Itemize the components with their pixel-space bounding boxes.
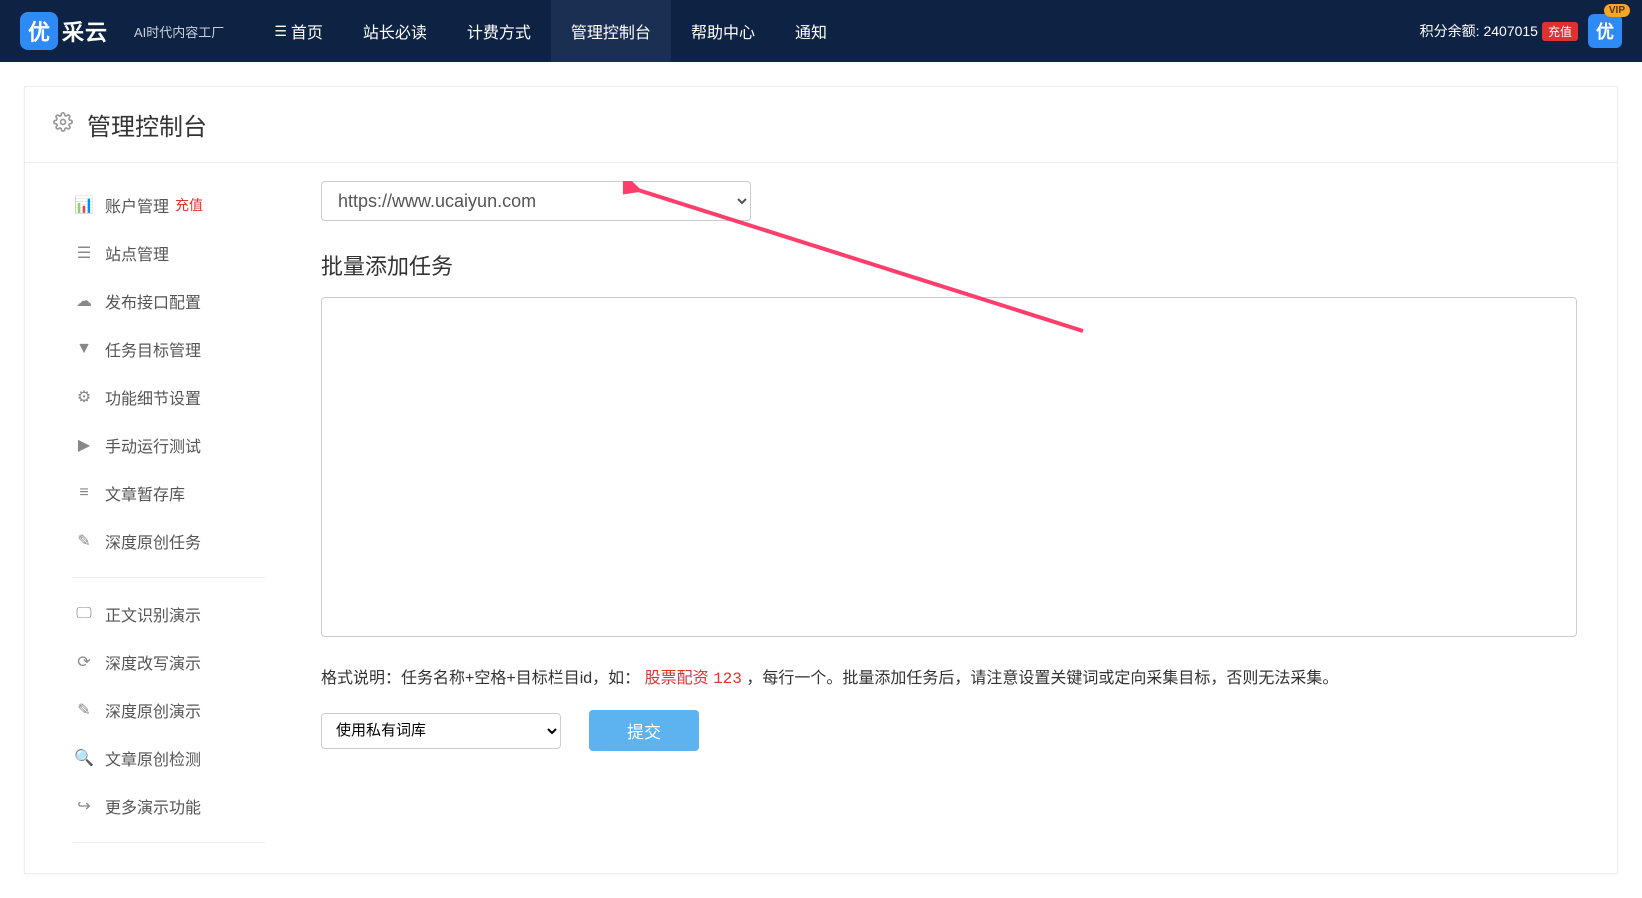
avatar: 优 (1588, 14, 1622, 48)
logo-text: 采云 (62, 15, 108, 47)
sidebar-item-label: 深度原创任务 (105, 529, 201, 553)
edit-icon: ✎ (73, 700, 95, 720)
topbar-right: 积分余额: 2407015 充值 优 VIP (1420, 14, 1622, 48)
edit-icon: ✎ (73, 531, 95, 551)
sidebar-item-label: 文章暂存库 (105, 481, 185, 505)
logo-badge: 优 (20, 12, 58, 50)
sidebar-item-detect[interactable]: 🔍 文章原创检测 (73, 734, 265, 782)
section-title: 批量添加任务 (321, 249, 1577, 281)
sidebar-item-label: 正文识别演示 (105, 602, 201, 626)
sidebar-item-targets[interactable]: ▼ 任务目标管理 (73, 325, 265, 373)
nav-label: 管理控制台 (571, 19, 651, 43)
wordlib-select[interactable]: 使用私有词库 (321, 713, 561, 749)
sidebar-item-sites[interactable]: ☰ 站点管理 (73, 229, 265, 277)
sidebar-item-label: 深度原创演示 (105, 698, 201, 722)
sidebar-item-label: 账户管理 (105, 193, 169, 217)
sidebar-item-label: 更多演示功能 (105, 794, 201, 818)
help-suffix: ，每行一个。批量添加任务后，请注意设置关键词或定向采集目标，否则无法采集。 (746, 670, 1338, 687)
format-help: 格式说明：任务名称+空格+目标栏目id，如： 股票配资 123 ，每行一个。批量… (321, 664, 1577, 688)
nav-label: 站长必读 (363, 19, 427, 43)
sidebar-item-label: 发布接口配置 (105, 289, 201, 313)
sidebar-item-publish[interactable]: ☁ 发布接口配置 (73, 277, 265, 325)
nav-console[interactable]: 管理控制台 (551, 0, 671, 62)
nav-help[interactable]: 帮助中心 (671, 0, 775, 62)
sidebar-item-textdemo[interactable]: 🖵 正文识别演示 (73, 590, 265, 638)
recharge-button[interactable]: 充值 (1542, 22, 1578, 41)
sidebar-divider (73, 842, 265, 843)
vip-badge: VIP (1604, 4, 1630, 17)
sidebar-item-deeptask[interactable]: ✎ 深度原创任务 (73, 517, 265, 565)
gears-icon: ⚙ (73, 387, 95, 407)
points-label: 积分余额: (1420, 21, 1480, 41)
site-select[interactable]: https://www.ucaiyun.com (321, 181, 751, 221)
sidebar-item-label: 功能细节设置 (105, 385, 201, 409)
sidebar-item-label: 任务目标管理 (105, 337, 201, 361)
points-value: 2407015 (1483, 23, 1538, 39)
nav-notify[interactable]: 通知 (775, 0, 847, 62)
refresh-icon: ⟳ (73, 652, 95, 672)
action-row: 使用私有词库 提交 (321, 710, 1577, 751)
bulk-task-textarea[interactable] (321, 297, 1577, 637)
nav-label: 首页 (291, 19, 323, 43)
chart-bar-icon: 📊 (73, 195, 95, 215)
share-icon: ↪ (73, 796, 95, 816)
filter-icon: ▼ (73, 340, 95, 358)
sidebar-item-label: 站点管理 (105, 241, 169, 265)
sidebar-divider (73, 577, 265, 578)
logo[interactable]: 优 采云 (20, 12, 108, 50)
help-example-id: 123 (713, 670, 742, 688)
gear-icon (53, 112, 73, 138)
content-area: https://www.ucaiyun.com 批量添加任务 格式说明：任务名称… (301, 163, 1617, 873)
console-panel: 管理控制台 📊 账户管理充值 ☰ 站点管理 ☁ 发布接口配置 ▼ 任务目标管理 ⚙ 功能细… (24, 86, 1618, 874)
recharge-badge: 充值 (175, 195, 203, 215)
nav-label: 帮助中心 (691, 19, 755, 43)
panel-title: 管理控制台 (87, 107, 207, 142)
rows-icon: ☰ (73, 243, 95, 263)
nav-guide[interactable]: 站长必读 (343, 0, 447, 62)
help-example-stock: 股票配资 (645, 670, 709, 687)
sidebar-item-settings[interactable]: ⚙ 功能细节设置 (73, 373, 265, 421)
nav-pricing[interactable]: 计费方式 (447, 0, 551, 62)
nav-label: 通知 (795, 19, 827, 43)
list-icon: ☰ (274, 23, 287, 40)
sidebar-item-storage[interactable]: ≡ 文章暂存库 (73, 469, 265, 517)
cloud-icon: ☁ (73, 291, 95, 311)
sidebar-item-rewritedemo[interactable]: ⟳ 深度改写演示 (73, 638, 265, 686)
monitor-icon: 🖵 (73, 605, 95, 623)
slogan: AI时代内容工厂 (134, 22, 224, 41)
search-icon: 🔍 (73, 748, 95, 768)
avatar-wrap[interactable]: 优 VIP (1588, 14, 1622, 48)
sidebar-item-label: 文章原创检测 (105, 746, 201, 770)
sidebar-item-runtest[interactable]: ▶ 手动运行测试 (73, 421, 265, 469)
sidebar-item-originaldemo[interactable]: ✎ 深度原创演示 (73, 686, 265, 734)
sidebar-item-label: 深度改写演示 (105, 650, 201, 674)
sidebar-item-more[interactable]: ↪ 更多演示功能 (73, 782, 265, 830)
nav-home[interactable]: ☰首页 (254, 0, 343, 62)
nav-label: 计费方式 (467, 19, 531, 43)
sidebar-item-label: 手动运行测试 (105, 433, 201, 457)
sidebar-item-account[interactable]: 📊 账户管理充值 (73, 181, 265, 229)
database-icon: ≡ (73, 484, 95, 502)
panel-header: 管理控制台 (25, 87, 1617, 163)
submit-button[interactable]: 提交 (589, 710, 699, 751)
play-icon: ▶ (73, 435, 95, 455)
main-nav: ☰首页 站长必读 计费方式 管理控制台 帮助中心 通知 (254, 0, 847, 62)
top-navbar: 优 采云 AI时代内容工厂 ☰首页 站长必读 计费方式 管理控制台 帮助中心 通… (0, 0, 1642, 62)
sidebar: 📊 账户管理充值 ☰ 站点管理 ☁ 发布接口配置 ▼ 任务目标管理 ⚙ 功能细节设置 ▶ 手… (25, 163, 301, 873)
help-prefix: 格式说明：任务名称+空格+目标栏目id，如： (321, 670, 640, 687)
